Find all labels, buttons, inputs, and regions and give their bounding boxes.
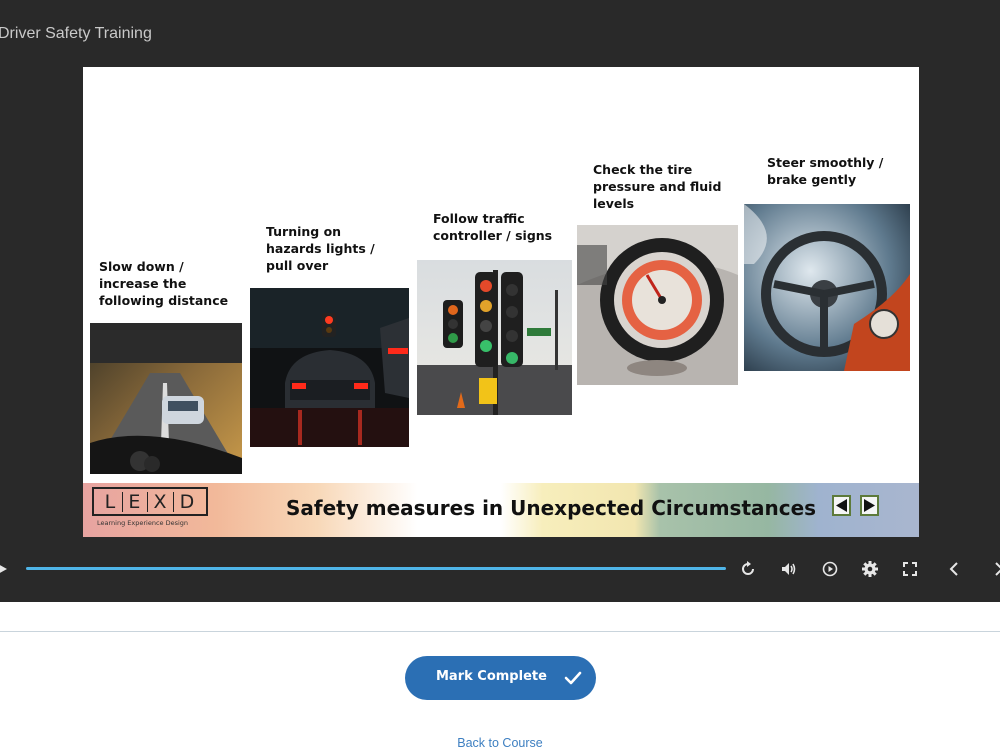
fullscreen-button[interactable] xyxy=(897,555,923,583)
logo-subtitle: Learning Experience Design xyxy=(97,519,189,527)
replay-icon xyxy=(742,561,754,575)
autoplay-icon xyxy=(822,561,838,577)
road-driving-photo-icon xyxy=(90,323,242,474)
previous-icon xyxy=(949,562,958,576)
lexd-logo: L E X D xyxy=(92,487,208,516)
step-caption-1: Slow down / increase the following dista… xyxy=(99,259,229,308)
settings-button[interactable] xyxy=(857,555,883,583)
triangle-left-icon xyxy=(836,499,847,512)
back-to-course-link[interactable]: Back to Course xyxy=(0,736,1000,750)
hazard-lights-photo-icon xyxy=(250,288,409,447)
logo-divider xyxy=(146,491,149,512)
volume-button[interactable] xyxy=(776,555,802,583)
play-button[interactable] xyxy=(0,555,14,583)
volume-icon xyxy=(782,563,796,575)
player-controls xyxy=(0,555,1000,585)
play-icon xyxy=(0,565,7,573)
logo-divider xyxy=(121,491,124,512)
triangle-right-icon xyxy=(864,499,875,512)
slide-title: Safety measures in Unexpected Circumstan… xyxy=(286,496,817,520)
next-button[interactable] xyxy=(986,555,1000,583)
fullscreen-icon xyxy=(903,562,917,576)
logo-letter: D xyxy=(179,490,196,513)
traffic-light-photo-icon xyxy=(417,260,572,415)
slide-next-button[interactable] xyxy=(860,495,879,516)
step-caption-2: Turning on hazards lights / pull over xyxy=(266,224,375,273)
slide-canvas: Slow down / increase the following dista… xyxy=(83,67,919,537)
previous-button[interactable] xyxy=(941,555,967,583)
step-caption-3: Follow traffic controller / signs xyxy=(433,211,553,243)
slide-prev-button[interactable] xyxy=(832,495,851,516)
steering-wheel-photo-icon xyxy=(744,204,910,371)
mark-complete-button[interactable]: Mark Complete xyxy=(405,656,596,700)
checkmark-icon xyxy=(564,671,582,685)
step-caption-5: Steer smoothly / brake gently xyxy=(767,155,884,187)
logo-divider xyxy=(172,491,175,512)
logo-letter: X xyxy=(153,490,168,513)
next-icon xyxy=(995,562,1000,576)
logo-letter: L xyxy=(104,490,117,513)
mark-complete-label: Mark Complete xyxy=(436,669,547,684)
player-title: Driver Safety Training xyxy=(0,25,152,42)
replay-button[interactable] xyxy=(735,555,761,583)
step-caption-4: Check the tire pressure and fluid levels xyxy=(593,162,722,211)
settings-icon xyxy=(862,561,878,577)
section-divider xyxy=(0,631,1000,632)
logo-letter: E xyxy=(128,490,142,513)
autoplay-button[interactable] xyxy=(817,555,843,583)
progress-bar[interactable] xyxy=(26,567,726,570)
slide-banner: L E X D Learning Experience Design Safet… xyxy=(83,483,919,537)
tire-gauge-photo-icon xyxy=(577,225,738,385)
video-player: Driver Safety Training Slow down / incre… xyxy=(0,0,1000,602)
